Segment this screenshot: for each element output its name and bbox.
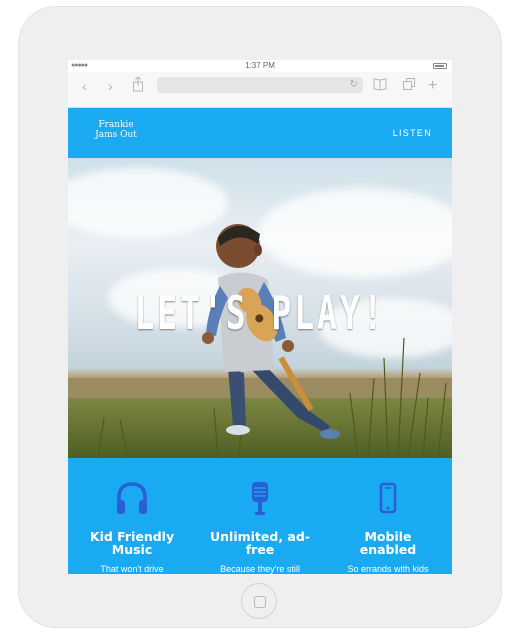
screen: ●●●●● 1:37 PM ‹ › ↻ + Frankie Jams Out L… xyxy=(68,60,452,574)
feature-mobile: Mobile enabled So errands with kids xyxy=(324,480,452,574)
new-tab-icon[interactable]: + xyxy=(428,78,437,94)
mobile-phone-icon xyxy=(379,482,397,514)
status-bar: ●●●●● 1:37 PM xyxy=(68,60,452,72)
headphones-icon xyxy=(117,482,147,514)
hero-title: LET'S PLAY! xyxy=(134,286,386,340)
signal-icon: ●●●●● xyxy=(71,62,88,69)
feature-title-line: free xyxy=(245,542,275,557)
logo-line-2: Jams Out xyxy=(95,130,137,140)
tabs-icon[interactable] xyxy=(402,77,416,91)
share-icon[interactable] xyxy=(132,76,144,92)
logo-line-1: Frankie xyxy=(98,120,134,130)
site-logo[interactable]: Frankie Jams Out xyxy=(90,120,142,140)
nav-listen-link[interactable]: LISTEN xyxy=(393,127,432,139)
features-section: Kid Friendly Music That won't drive Unli… xyxy=(68,458,452,574)
home-button[interactable] xyxy=(241,583,277,619)
microphone-icon xyxy=(252,482,268,515)
feature-title: Kid Friendly Music xyxy=(68,530,196,556)
home-square-icon xyxy=(254,596,266,608)
address-bar[interactable]: ↻ xyxy=(157,77,363,93)
reload-icon[interactable]: ↻ xyxy=(350,78,358,92)
browser-toolbar: ‹ › ↻ + xyxy=(68,72,452,108)
status-time: 1:37 PM xyxy=(245,61,275,70)
bookmarks-icon[interactable] xyxy=(373,77,387,91)
forward-icon[interactable]: › xyxy=(108,78,113,94)
site-header: Frankie Jams Out LISTEN xyxy=(68,108,452,158)
hero-banner: LET'S PLAY! xyxy=(68,158,452,458)
battery-icon xyxy=(433,63,447,69)
feature-unlimited: Unlimited, ad- free Because they're stil… xyxy=(196,480,324,574)
feature-title-line: enabled xyxy=(359,542,417,557)
feature-title: Unlimited, ad- free xyxy=(196,530,324,556)
back-icon[interactable]: ‹ xyxy=(82,78,87,94)
feature-text: That won't drive xyxy=(100,564,164,574)
feature-kid-friendly: Kid Friendly Music That won't drive xyxy=(68,480,196,574)
feature-title-line: Music xyxy=(111,542,153,557)
feature-text: So errands with kids xyxy=(347,564,429,574)
feature-title: Mobile enabled xyxy=(324,530,452,556)
feature-text: Because they're still xyxy=(220,564,300,574)
